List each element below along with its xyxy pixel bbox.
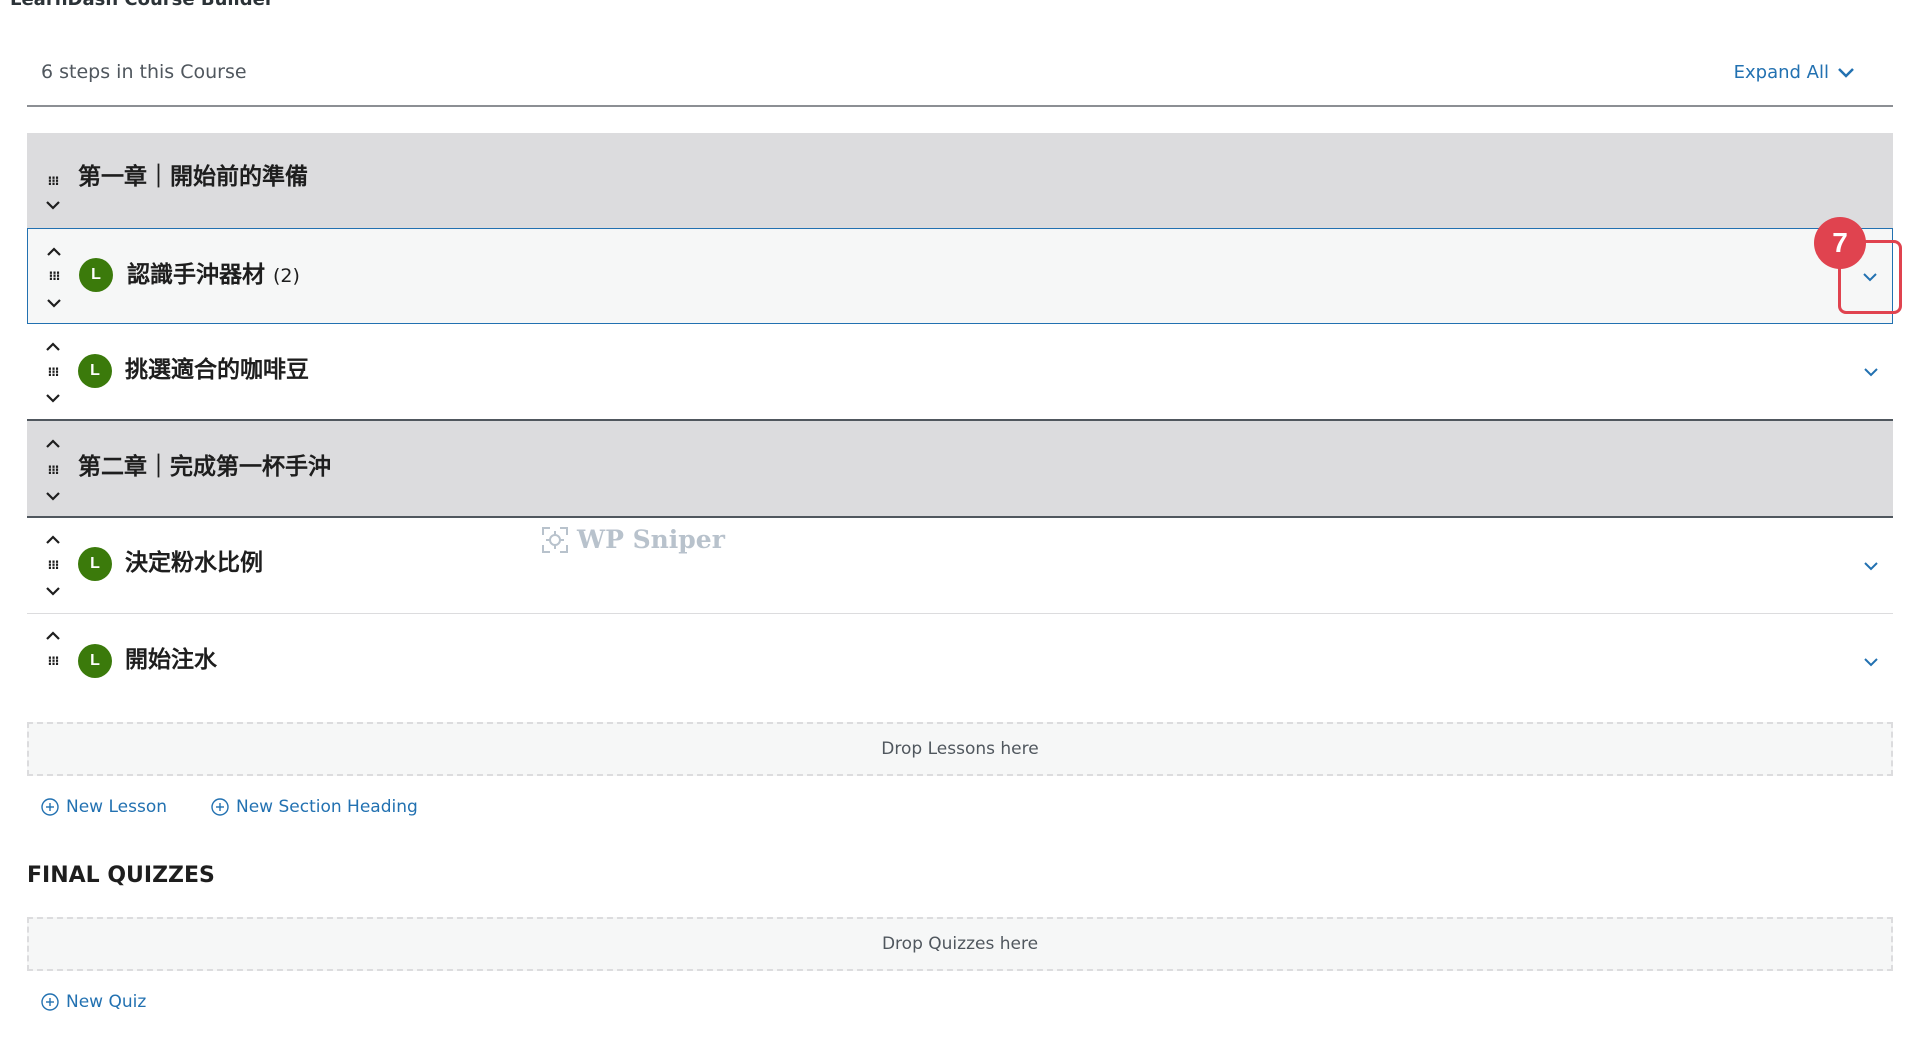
- section-title[interactable]: 第二章｜完成第一杯手沖: [78, 452, 331, 482]
- move-down-arrow-icon[interactable]: [45, 586, 61, 596]
- lesson-title[interactable]: 認識手沖器材 (2): [127, 260, 300, 291]
- new-quiz-button[interactable]: New Quiz: [40, 990, 146, 1014]
- new-quiz-label: New Quiz: [66, 992, 147, 1012]
- annotation-step-number: 7: [1814, 217, 1866, 269]
- section-title[interactable]: 第一章｜開始前的準備: [78, 162, 308, 192]
- move-down-arrow-icon[interactable]: [46, 298, 62, 308]
- move-down-arrow-icon[interactable]: [45, 200, 61, 210]
- lesson-row[interactable]: ⁝⁝⁝ L 決定粉水比例: [27, 518, 1893, 614]
- lesson-row[interactable]: ⁝⁝⁝ L 認識手沖器材 (2): [27, 228, 1893, 324]
- section-heading-row[interactable]: ⁝⁝⁝ 第一章｜開始前的準備: [27, 133, 1893, 228]
- new-section-heading-button[interactable]: New Section Heading: [210, 795, 418, 819]
- lesson-row[interactable]: ⁝⁝⁝ L 開始注水: [27, 614, 1893, 710]
- course-builder-header: 6 steps in this Course Expand All: [27, 50, 1893, 107]
- chevron-down-icon: [1837, 67, 1855, 79]
- lesson-badge-icon: L: [78, 547, 112, 581]
- chevron-down-icon[interactable]: [1861, 556, 1881, 576]
- watermark-logo-icon: [541, 526, 569, 554]
- final-quizzes-heading: FINAL QUIZZES: [27, 863, 215, 888]
- lesson-badge-icon: L: [78, 644, 112, 678]
- chevron-down-icon[interactable]: [1861, 362, 1881, 382]
- lesson-title-text: 認識手沖器材: [127, 262, 265, 288]
- move-up-arrow-icon[interactable]: [46, 247, 62, 257]
- drag-handle-icon[interactable]: ⁝⁝⁝: [45, 464, 61, 476]
- drag-handle-icon[interactable]: ⁝⁝⁝: [45, 655, 61, 667]
- plus-circle-icon: [40, 992, 60, 1012]
- expand-all-label: Expand All: [1733, 62, 1829, 83]
- new-lesson-label: New Lesson: [66, 797, 168, 817]
- move-up-arrow-icon[interactable]: [45, 631, 61, 641]
- lesson-badge-icon: L: [79, 258, 113, 292]
- move-up-arrow-icon[interactable]: [45, 439, 61, 449]
- drag-handle-icon[interactable]: ⁝⁝⁝: [45, 559, 61, 571]
- steps-count: 6 steps in this Course: [41, 61, 247, 83]
- lesson-title[interactable]: 挑選適合的咖啡豆: [125, 355, 309, 385]
- lesson-badge-icon: L: [78, 354, 112, 388]
- move-down-arrow-icon[interactable]: [45, 491, 61, 501]
- drop-lessons-zone[interactable]: Drop Lessons here: [27, 722, 1893, 776]
- watermark: WP Sniper: [541, 525, 725, 555]
- move-down-arrow-icon[interactable]: [45, 393, 61, 403]
- expand-all-button[interactable]: Expand All: [1734, 61, 1855, 85]
- lesson-row[interactable]: ⁝⁝⁝ L 挑選適合的咖啡豆: [27, 324, 1893, 421]
- new-lesson-button[interactable]: New Lesson: [40, 795, 167, 819]
- lesson-title[interactable]: 決定粉水比例: [125, 548, 263, 578]
- lesson-step-count: (2): [273, 265, 300, 287]
- move-up-arrow-icon[interactable]: [45, 535, 61, 545]
- drop-quizzes-zone[interactable]: Drop Quizzes here: [27, 917, 1893, 971]
- new-section-heading-label: New Section Heading: [236, 797, 418, 817]
- drag-handle-icon[interactable]: ⁝⁝⁝: [45, 175, 61, 187]
- move-up-arrow-icon[interactable]: [45, 342, 61, 352]
- plus-circle-icon: [40, 797, 60, 817]
- page-title: LearnDash Course Builder: [10, 0, 274, 11]
- plus-circle-icon: [210, 797, 230, 817]
- chevron-down-icon[interactable]: [1861, 652, 1881, 672]
- section-heading-row[interactable]: ⁝⁝⁝ 第二章｜完成第一杯手沖: [27, 421, 1893, 518]
- watermark-text: WP Sniper: [577, 525, 725, 554]
- drag-handle-icon[interactable]: ⁝⁝⁝: [46, 270, 62, 282]
- drag-handle-icon[interactable]: ⁝⁝⁝: [45, 366, 61, 378]
- lesson-title[interactable]: 開始注水: [125, 645, 217, 675]
